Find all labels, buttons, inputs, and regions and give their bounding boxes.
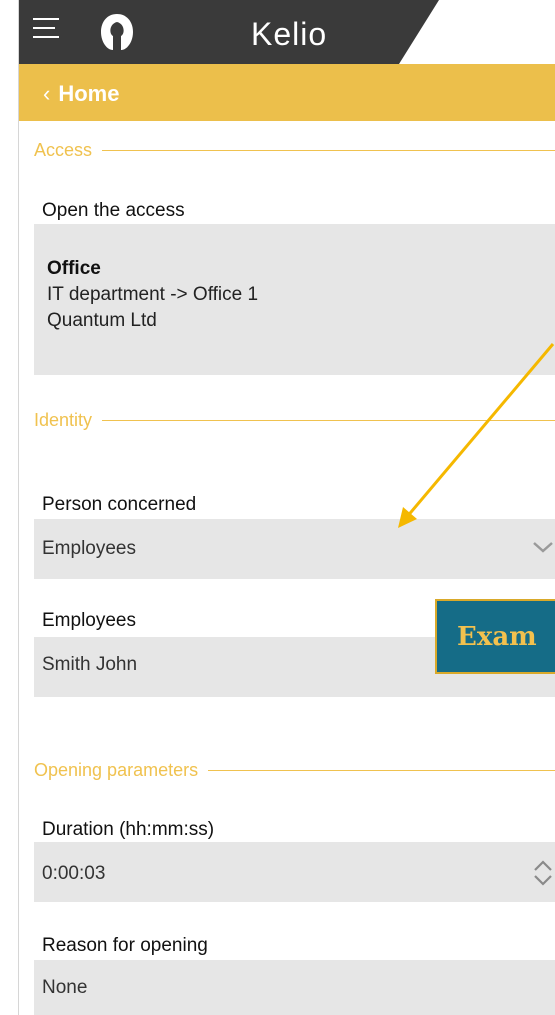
section-access-title: Access [34, 140, 93, 160]
chevron-down-icon[interactable] [531, 539, 555, 555]
duration-input[interactable]: 0:00:03 [34, 842, 555, 902]
person-concerned-value: Employees [42, 538, 136, 559]
section-opening-title: Opening parameters [34, 760, 199, 780]
access-location-path: IT department -> Office 1 [47, 284, 259, 305]
open-access-label: Open the access [42, 200, 185, 221]
access-location-title: Office [47, 258, 101, 279]
back-button[interactable]: ‹ Home [43, 81, 119, 107]
chevron-left-icon: ‹ [43, 81, 51, 106]
top-bar: Kelio [19, 0, 555, 64]
section-identity: Identity [34, 410, 555, 431]
section-opening: Opening parameters [34, 760, 555, 781]
spinner-icon[interactable] [531, 857, 555, 889]
avatar-icon[interactable] [99, 12, 135, 52]
example-callout-text: Exam [457, 622, 537, 652]
section-divider [208, 770, 555, 771]
access-card[interactable]: Office IT department -> Office 1 Quantum… [34, 224, 555, 375]
section-identity-title: Identity [34, 410, 93, 430]
section-divider [102, 150, 555, 151]
section-divider [102, 420, 555, 421]
employees-value: Smith John [42, 654, 138, 675]
reason-label: Reason for opening [42, 935, 208, 956]
employees-label: Employees [42, 610, 136, 631]
person-concerned-select[interactable]: Employees [34, 519, 555, 579]
duration-label: Duration (hh:mm:ss) [42, 819, 215, 840]
brand-logo: Kelio [251, 16, 328, 52]
section-access: Access [34, 140, 555, 161]
breadcrumb: ‹ Home [19, 64, 555, 121]
left-margin-divider [18, 0, 19, 1015]
left-margin [0, 0, 19, 1015]
person-concerned-label: Person concerned [42, 494, 197, 515]
reason-select[interactable]: None [34, 960, 555, 1015]
reason-value: None [42, 977, 88, 998]
duration-value: 0:00:03 [42, 863, 106, 884]
menu-icon[interactable] [33, 18, 59, 40]
back-label: Home [58, 81, 120, 106]
example-callout: Exam [435, 599, 555, 674]
access-company: Quantum Ltd [47, 310, 157, 331]
